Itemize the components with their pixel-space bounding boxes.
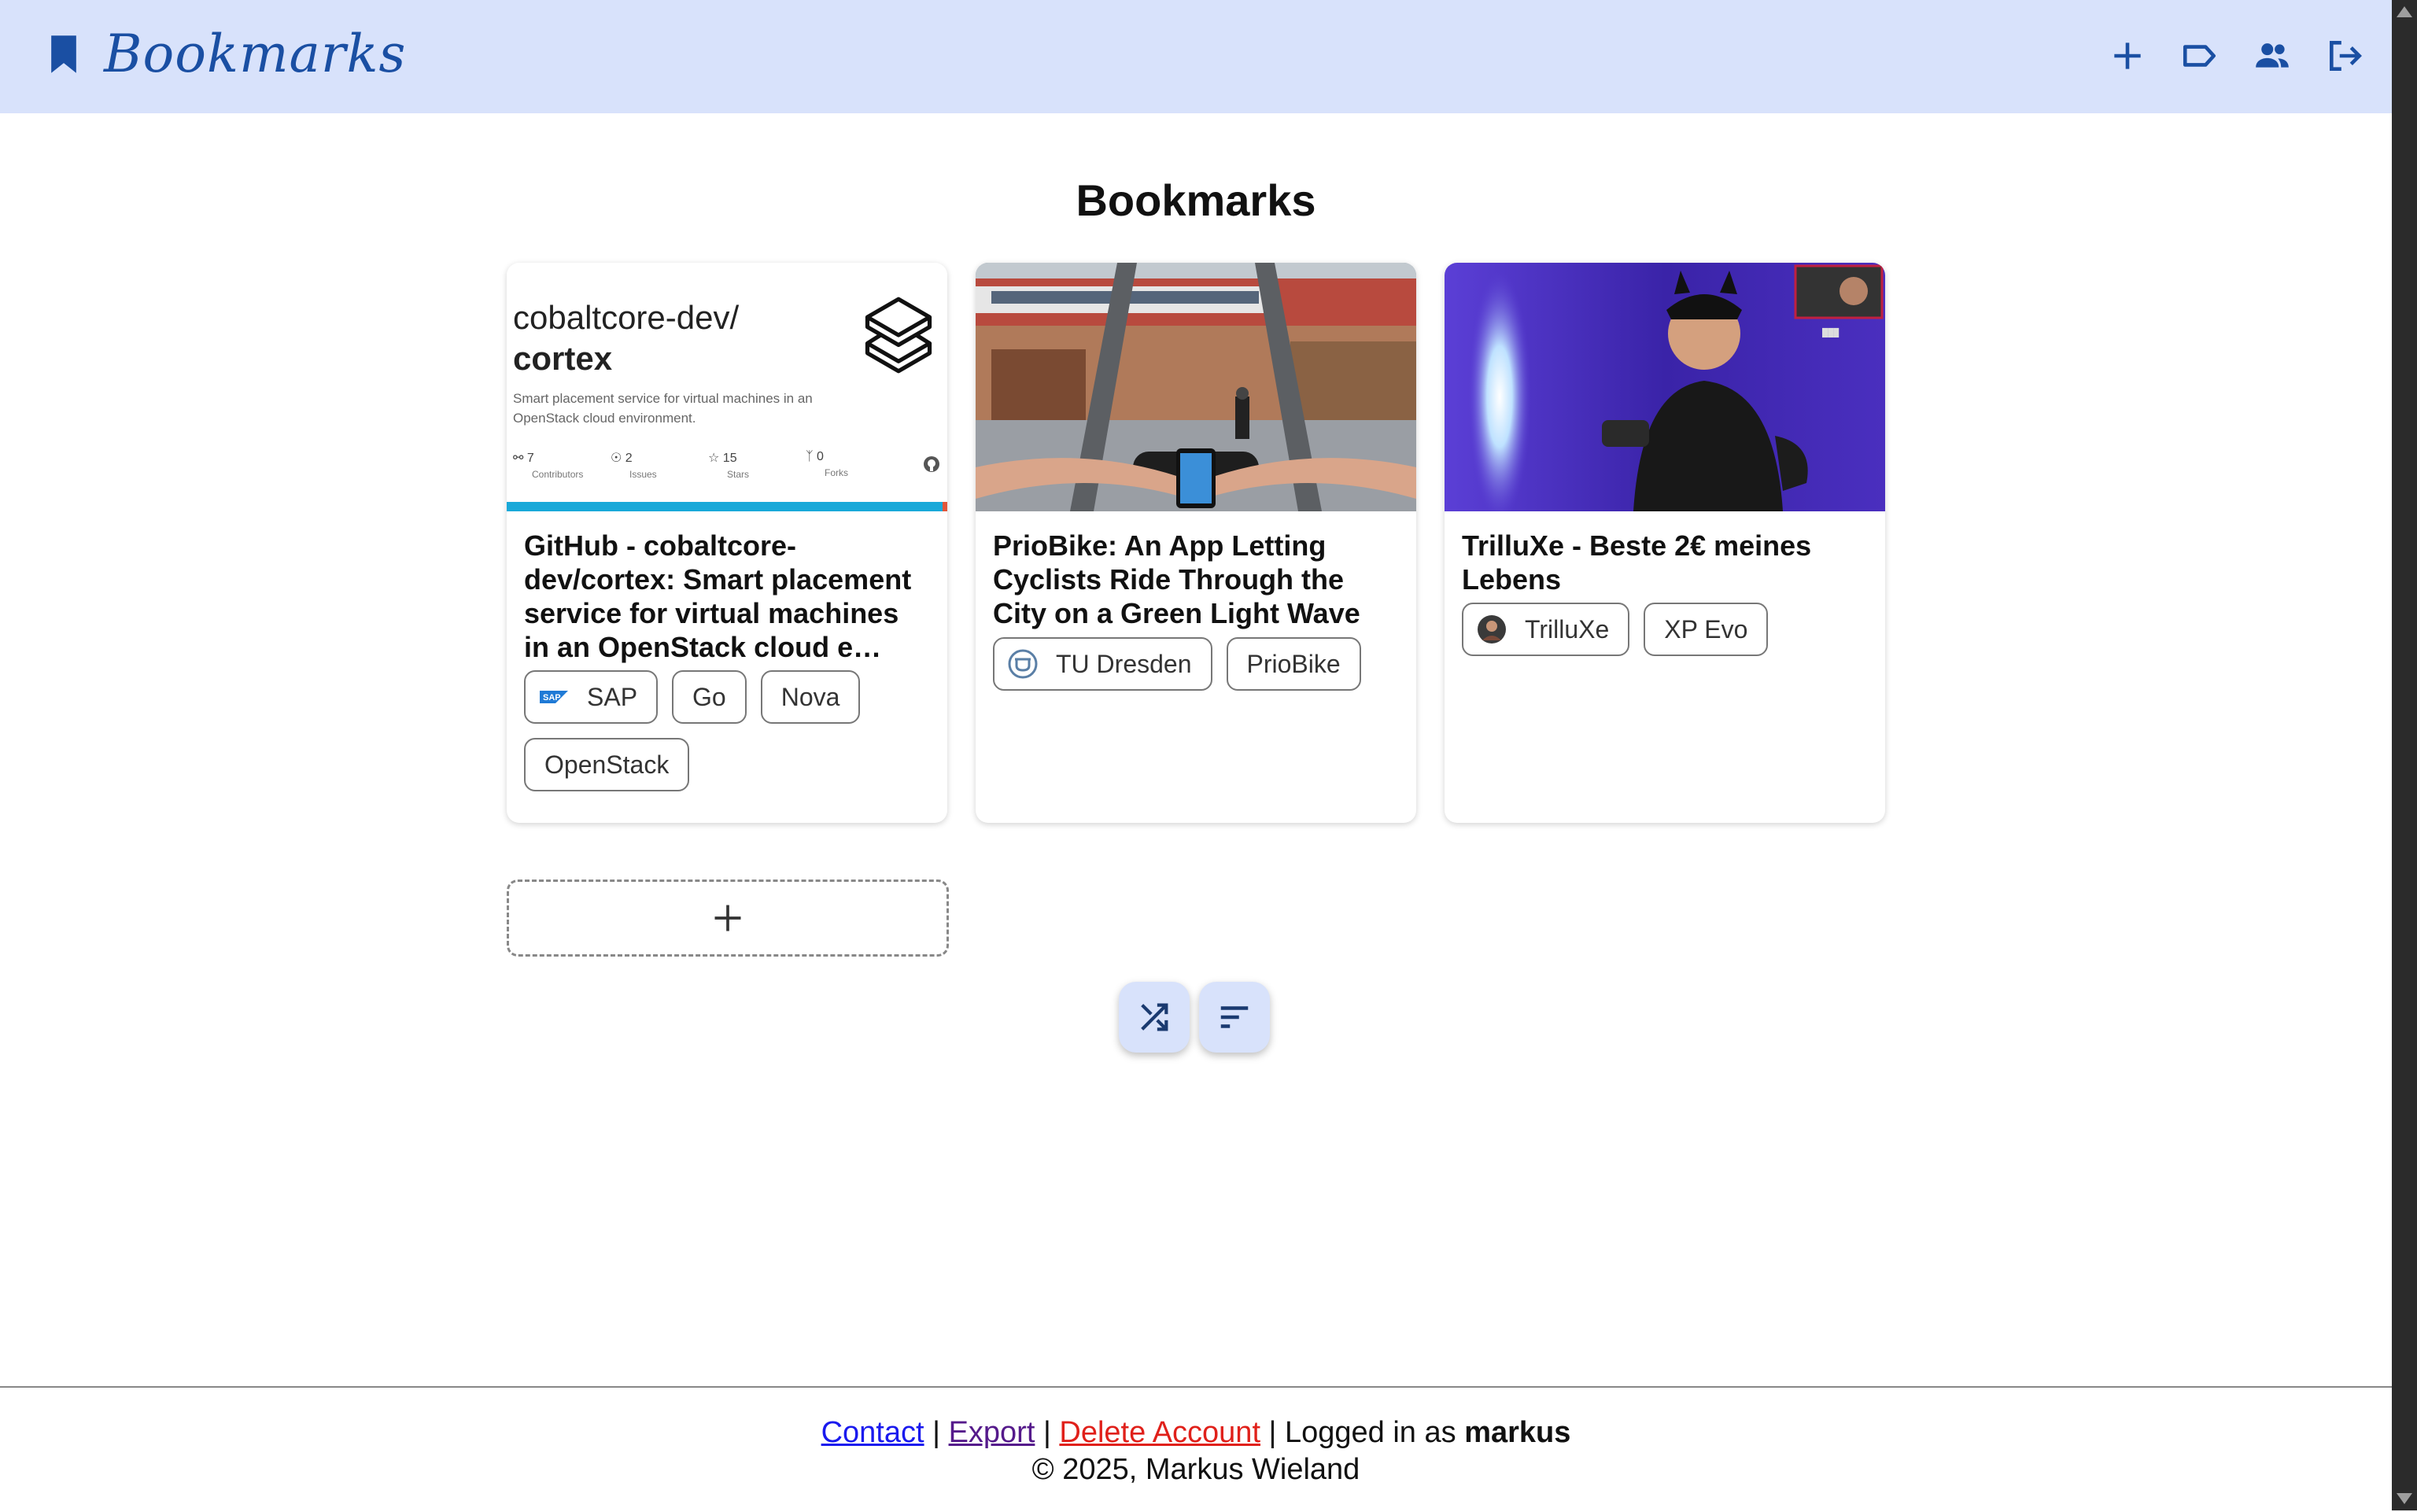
separator: |: [1035, 1416, 1060, 1449]
add-bookmark-button[interactable]: [2107, 33, 2148, 79]
svg-text:SAP: SAP: [543, 693, 561, 703]
footer-links: Contact | Export | Delete Account | Logg…: [0, 1416, 2392, 1450]
shuffle-button[interactable]: [1119, 982, 1190, 1053]
stat-stars: ☆ 15 Stars: [708, 450, 806, 480]
logout-button[interactable]: [2324, 33, 2365, 79]
separator: |: [1260, 1416, 1285, 1449]
tag-label: XP Evo: [1664, 614, 1748, 644]
tags-button[interactable]: [2179, 33, 2220, 79]
tag-chip[interactable]: TrilluXe: [1462, 603, 1630, 656]
card-title[interactable]: GitHub - cobaltcore-dev/cortex: Smart pl…: [524, 529, 930, 664]
tag-chip[interactable]: TU Dresden: [993, 637, 1212, 691]
plus-icon: [714, 905, 741, 931]
tag-label: PrioBike: [1246, 649, 1341, 678]
add-bookmark-card[interactable]: [507, 880, 949, 957]
stat-contributors: ⚯ 7 Contributors: [513, 450, 611, 480]
stat-label: Issues: [629, 469, 657, 480]
card-title[interactable]: PrioBike: An App Letting Cyclists Ride T…: [993, 529, 1399, 630]
bookmark-icon: [51, 35, 76, 73]
repo-title: cortex: [513, 340, 613, 377]
stat-value: 2: [625, 452, 633, 465]
tag-chip[interactable]: PrioBike: [1226, 637, 1361, 691]
bookmark-card[interactable]: cobaltcore-dev/ cortex Smart placement s…: [507, 263, 947, 823]
card-preview-image[interactable]: ███: [1445, 263, 1885, 511]
svg-text:███: ███: [1822, 327, 1840, 338]
github-icon: [924, 456, 939, 472]
tag-label: Nova: [780, 682, 840, 711]
delete-account-link[interactable]: Delete Account: [1059, 1416, 1260, 1449]
stat-label: Contributors: [532, 469, 584, 480]
card-preview-image[interactable]: cobaltcore-dev/ cortex Smart placement s…: [507, 263, 947, 511]
bookmark-card[interactable]: ███ TrilluXe - Beste 2€ meines Lebens Tr…: [1445, 263, 1885, 823]
export-link[interactable]: Export: [949, 1416, 1035, 1449]
card-tags: SAP SAP Go Nova OpenStack: [524, 670, 939, 791]
language-bar-secondary: [943, 502, 947, 511]
scroll-up-icon[interactable]: [2397, 6, 2412, 17]
avatar-icon: [1478, 615, 1506, 644]
username: markus: [1464, 1416, 1571, 1449]
tag-label: TU Dresden: [1056, 649, 1192, 678]
repo-name: cobaltcore-dev/ cortex: [513, 297, 739, 379]
copyright: © 2025, Markus Wieland: [1031, 1453, 1360, 1486]
tag-label: SAP: [587, 682, 638, 711]
separator: |: [924, 1416, 949, 1449]
sort-button[interactable]: [1199, 982, 1270, 1053]
repo-stats: ⚯ 7 Contributors ☉ 2 Issues ☆ 15 Stars ᛉ 0F…: [513, 450, 903, 480]
language-bar: [507, 502, 947, 511]
sort-icon: [1220, 1006, 1249, 1028]
stat-issues: ☉ 2 Issues: [611, 450, 708, 480]
groups-button[interactable]: [2252, 33, 2293, 79]
app-header: Bookmarks: [0, 0, 2392, 113]
repo-description: Smart placement service for virtual mach…: [513, 391, 813, 426]
plus-icon: [2114, 42, 2141, 69]
header-actions: [2107, 33, 2365, 79]
sort-actions: [1119, 982, 1270, 1053]
stat-value: 7: [526, 452, 534, 465]
stat-label: Forks: [825, 467, 848, 478]
card-preview-image[interactable]: [976, 263, 1416, 511]
tu-dresden-logo-icon: [1008, 649, 1038, 679]
page-title: Bookmarks: [1076, 175, 1316, 225]
logged-in-label: Logged in as: [1285, 1416, 1465, 1449]
cortex-logo-icon: [865, 297, 932, 374]
cyclist-handlebar-photo: [976, 263, 1416, 511]
group-icon: [2256, 43, 2289, 68]
app-title: Bookmarks: [104, 24, 407, 84]
tag-chip[interactable]: XP Evo: [1644, 603, 1769, 656]
scroll-down-icon[interactable]: [2397, 1493, 2412, 1504]
tag-chip[interactable]: Go: [672, 670, 747, 724]
video-thumbnail-photo: ███: [1445, 263, 1885, 511]
sap-logo-icon: SAP: [540, 691, 568, 703]
brand[interactable]: Bookmarks: [49, 24, 406, 84]
contact-link[interactable]: Contact: [821, 1416, 924, 1449]
label-icon: [2183, 45, 2216, 67]
stat-value: 0: [817, 450, 824, 463]
repo-owner: cobaltcore-dev/: [513, 299, 740, 336]
tag-chip[interactable]: SAP SAP: [524, 670, 659, 724]
tag-label: Go: [692, 682, 726, 711]
shuffle-icon: [1141, 1003, 1168, 1031]
tag-label: TrilluXe: [1525, 614, 1610, 644]
stat-forks: ᛉ 0 Forks: [806, 450, 903, 480]
page: Bookmarks Bookmarks cobaltcore-dev/ cort…: [0, 0, 2392, 1510]
card-tags: TU Dresden PrioBike: [993, 637, 1408, 691]
tag-label: OpenStack: [544, 750, 670, 779]
card-title[interactable]: TrilluXe - Beste 2€ meines Lebens: [1462, 529, 1868, 596]
tag-chip[interactable]: Nova: [760, 670, 861, 724]
footer: Contact | Export | Delete Account | Logg…: [0, 1386, 2392, 1512]
tag-chip[interactable]: OpenStack: [524, 738, 690, 791]
card-tags: TrilluXe XP Evo: [1462, 603, 1877, 656]
stat-value: 15: [722, 452, 737, 465]
logout-icon: [2330, 41, 2362, 71]
bookmark-card[interactable]: PrioBike: An App Letting Cyclists Ride T…: [976, 263, 1416, 823]
stat-label: Stars: [727, 469, 750, 480]
scrollbar[interactable]: [2392, 0, 2417, 1510]
